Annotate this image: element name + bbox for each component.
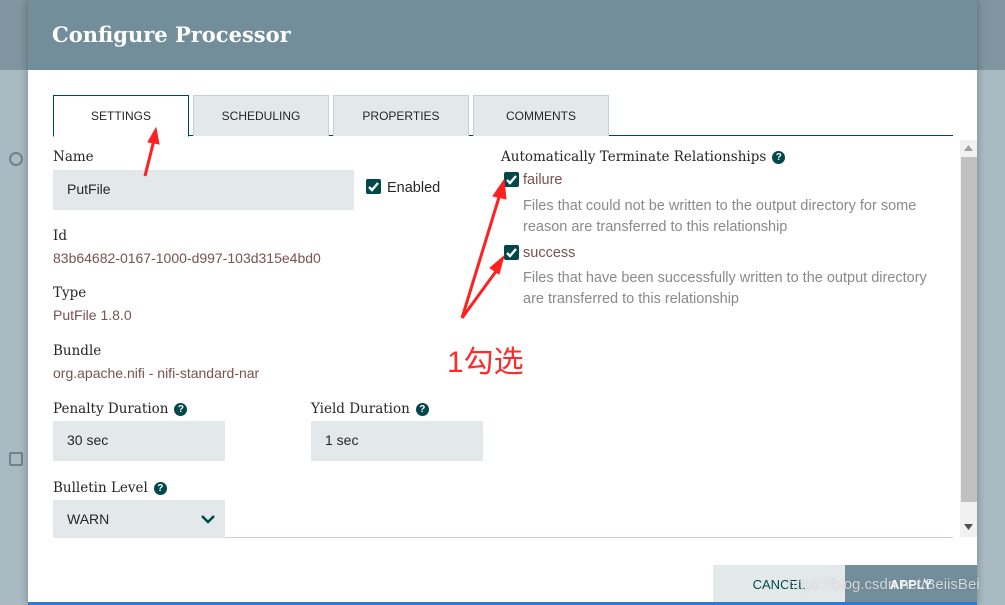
arrow-to-settings: [143, 139, 156, 177]
annotation-arrows: [143, 126, 507, 319]
annotation-note: 1勾选: [447, 346, 524, 379]
arrow-to-failure: [460, 193, 502, 319]
arrowhead: [492, 178, 507, 200]
arrowhead: [489, 254, 505, 275]
watermark: https://blog.csdn.net/BeiisBei: [787, 576, 980, 593]
arrow-to-success: [460, 269, 499, 319]
arrowhead: [147, 126, 160, 145]
